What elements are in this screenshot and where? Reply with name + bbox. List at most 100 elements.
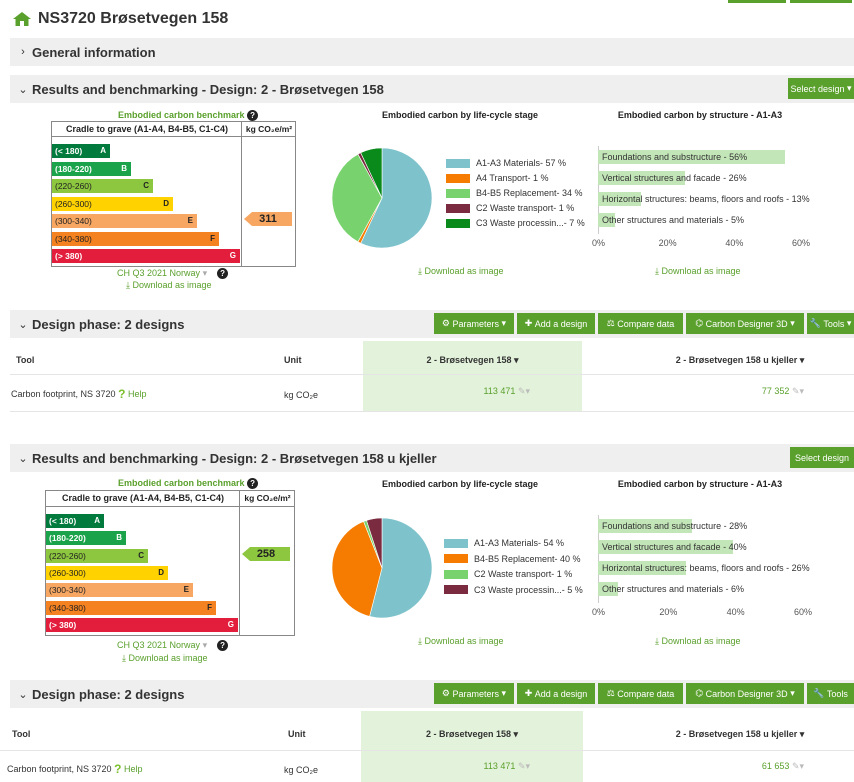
- tools-button-2[interactable]: 🔧 Tools: [807, 683, 854, 704]
- top-button-1[interactable]: [728, 0, 786, 3]
- band-letter: G: [229, 251, 236, 260]
- parameters-button-1[interactable]: ⚙ Parameters ▾: [434, 313, 514, 334]
- benchmark-band-f: (340-380) F: [52, 231, 219, 246]
- benchmark-source-2[interactable]: CH Q3 2021 Norway ▾ ?: [117, 640, 229, 651]
- band-letter: E: [187, 216, 193, 225]
- legend-item[interactable]: A1-A3 Materials- 57 %: [446, 158, 566, 168]
- compare-data-label: Compare data: [617, 318, 675, 329]
- design1-column-highlight-1: [363, 341, 582, 411]
- band-range: (260-300): [49, 567, 86, 578]
- top-button-2[interactable]: [790, 0, 852, 3]
- legend-label: B4-B5 Replacement- 34 %: [476, 188, 583, 198]
- band-range: (180-220): [55, 163, 92, 174]
- benchmark-band-b: (180-220) B: [52, 161, 131, 176]
- legend-swatch: [446, 218, 470, 228]
- row-divider: [0, 750, 854, 751]
- col-design1-1[interactable]: 2 - Brøsetvegen 158 ▾: [363, 355, 582, 366]
- download-label: Download as image: [424, 266, 504, 276]
- value-design2-2[interactable]: 61 653 ✎▾: [720, 761, 804, 772]
- structure-bar-label: Horizontal structures: beams, floors and…: [602, 194, 810, 204]
- help-circle-icon[interactable]: ?: [247, 478, 259, 489]
- legend-item[interactable]: C2 Waste transport- 1 %: [444, 569, 572, 579]
- compare-data-button-2[interactable]: ⚖ Compare data: [598, 683, 683, 704]
- benchmark-value-arrow-1: 311: [244, 212, 292, 226]
- chevron-right-icon: ›: [21, 46, 25, 58]
- band-range: (180-220): [49, 533, 86, 544]
- results-bar-2[interactable]: ⌄ Results and benchmarking - Design: 2 -…: [10, 444, 854, 472]
- legend-item[interactable]: C3 Waste processin...- 7 %: [446, 218, 585, 228]
- help-circle-icon[interactable]: ?: [217, 268, 229, 279]
- tools-button-1[interactable]: 🔧 Tools ▾: [807, 313, 854, 334]
- value-text: 61 653: [761, 761, 790, 771]
- benchmark-band-a: (< 180) A: [52, 144, 110, 158]
- band-letter: C: [143, 181, 149, 190]
- download-lifecycle-2[interactable]: ⤓ Download as image: [418, 636, 504, 647]
- pencil-icon[interactable]: ✎▾: [518, 386, 530, 396]
- help-circle-icon[interactable]: ?: [217, 640, 229, 651]
- axis-tick-label: 0%: [592, 238, 606, 248]
- col-tool-2: Tool: [12, 729, 31, 739]
- legend-item[interactable]: A1-A3 Materials- 54 %: [444, 538, 564, 548]
- results-bar-1[interactable]: ⌄ Results and benchmarking - Design: 2 -…: [10, 75, 854, 103]
- select-design-button-2[interactable]: Select design: [790, 447, 854, 468]
- help-circle-icon[interactable]: ?: [247, 110, 259, 121]
- download-lifecycle-1[interactable]: ⤓ Download as image: [418, 266, 504, 277]
- help-link[interactable]: Help: [128, 389, 147, 399]
- download-benchmark-1[interactable]: ⤓ Download as image: [126, 280, 212, 291]
- help-link[interactable]: Help: [124, 764, 143, 774]
- tools-label: Tools: [826, 688, 848, 699]
- legend-item[interactable]: B4-B5 Replacement- 34 %: [446, 188, 583, 198]
- benchmark-band-g: (> 380) G: [52, 249, 240, 263]
- chevron-down-icon: ⌄: [18, 688, 28, 701]
- axis-tick-label: 0%: [592, 607, 606, 617]
- band-range: (> 380): [49, 619, 77, 630]
- pencil-icon[interactable]: ✎▾: [792, 761, 804, 771]
- band-range: (< 180): [49, 516, 77, 526]
- carbon-designer-button-1[interactable]: ⌬ Carbon Designer 3D ▾: [686, 313, 804, 334]
- pencil-icon[interactable]: ✎▾: [518, 761, 530, 771]
- legend-label: C3 Waste processin...- 7 %: [476, 218, 585, 228]
- benchmark-value-1: 311: [259, 213, 277, 225]
- value-text: 77 352: [761, 386, 790, 396]
- structure-bar-label: Horizontal structures: beams, floors and…: [602, 563, 810, 573]
- help-question-icon[interactable]: ?: [114, 762, 121, 776]
- parameters-button-2[interactable]: ⚙ Parameters ▾: [434, 683, 514, 704]
- select-design-button-1[interactable]: Select design ▾: [788, 78, 854, 99]
- benchmark-title-text-1: Embodied carbon benchmark: [118, 110, 245, 120]
- benchmark-band-c: (220-260) C: [52, 179, 153, 193]
- download-benchmark-2[interactable]: ⤓ Download as image: [122, 653, 208, 664]
- value-design2-1[interactable]: 77 352 ✎▾: [720, 386, 804, 397]
- legend-label: C3 Waste processin...- 5 %: [474, 584, 583, 595]
- download-label: Download as image: [661, 636, 741, 646]
- carbon-designer-button-2[interactable]: ⌬ Carbon Designer 3D ▾: [686, 683, 804, 704]
- legend-item[interactable]: C3 Waste processin...- 5 %: [444, 585, 583, 595]
- col-design1-2[interactable]: 2 - Brøsetvegen 158 ▾: [361, 729, 583, 740]
- value-design1-1[interactable]: 113 471 ✎▾: [440, 386, 530, 397]
- col-design2-2[interactable]: 2 - Brøsetvegen 158 u kjeller ▾: [640, 729, 840, 740]
- add-design-button-2[interactable]: ✚ Add a design: [517, 683, 595, 704]
- chevron-down-icon: ⌄: [18, 83, 28, 96]
- download-label: Download as image: [128, 653, 208, 663]
- benchmark-source-1[interactable]: CH Q3 2021 Norway ▾ ?: [117, 268, 229, 279]
- legend-item[interactable]: A4 Transport- 1 %: [446, 173, 549, 183]
- value-text: 113 471: [483, 761, 516, 771]
- col-design2-1[interactable]: 2 - Brøsetvegen 158 u kjeller ▾: [640, 355, 840, 366]
- download-structure-1[interactable]: ⤓ Download as image: [655, 266, 741, 277]
- compare-data-button-1[interactable]: ⚖ Compare data: [598, 313, 683, 334]
- col-unit-header-1: Unit: [284, 355, 302, 365]
- band-letter: E: [183, 585, 189, 595]
- legend-item[interactable]: B4-B5 Replacement- 40 %: [444, 554, 581, 564]
- add-design-button-1[interactable]: ✚ Add a design: [517, 313, 595, 334]
- legend-item[interactable]: C2 Waste transport- 1 %: [446, 203, 574, 213]
- benchmark-band-c: (220-260) C: [46, 548, 148, 563]
- band-range: (300-340): [55, 216, 92, 226]
- general-info-bar[interactable]: › General information: [10, 38, 854, 66]
- axis-tick-label: 60%: [792, 238, 811, 248]
- benchmark-band-d: (260-300) D: [52, 196, 173, 211]
- col-design2-label: 2 - Brøsetvegen 158 u kjeller: [675, 729, 798, 739]
- download-structure-2[interactable]: ⤓ Download as image: [655, 636, 741, 647]
- legend-swatch: [446, 173, 470, 183]
- value-design1-2[interactable]: 113 471 ✎▾: [440, 761, 530, 772]
- pencil-icon[interactable]: ✎▾: [792, 386, 804, 396]
- help-question-icon[interactable]: ?: [118, 387, 125, 401]
